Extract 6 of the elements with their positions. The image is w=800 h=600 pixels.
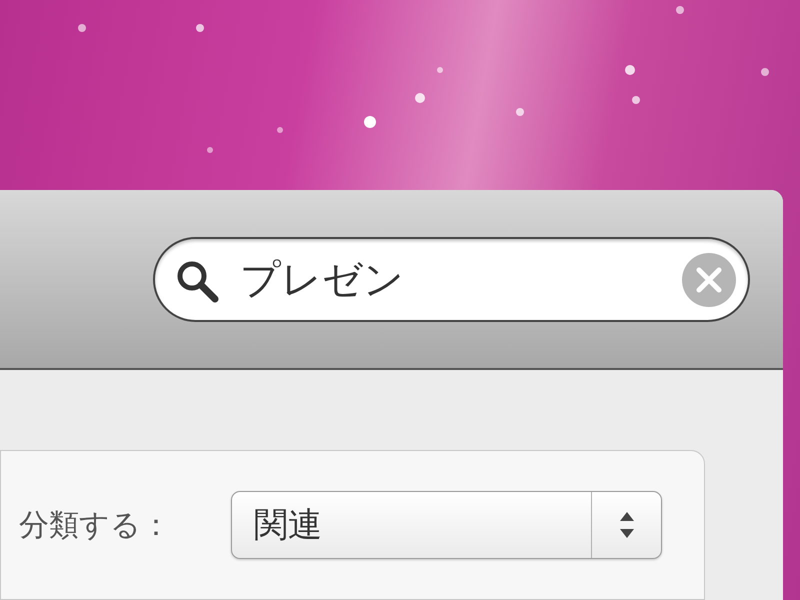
search-field[interactable]: プレゼン <box>153 236 750 322</box>
stepper-arrows-icon <box>618 510 636 540</box>
sort-popup-button[interactable]: 関連 <box>231 491 662 559</box>
sort-label: 分類する： <box>19 506 171 544</box>
close-icon <box>696 266 722 292</box>
search-icon <box>175 258 219 302</box>
